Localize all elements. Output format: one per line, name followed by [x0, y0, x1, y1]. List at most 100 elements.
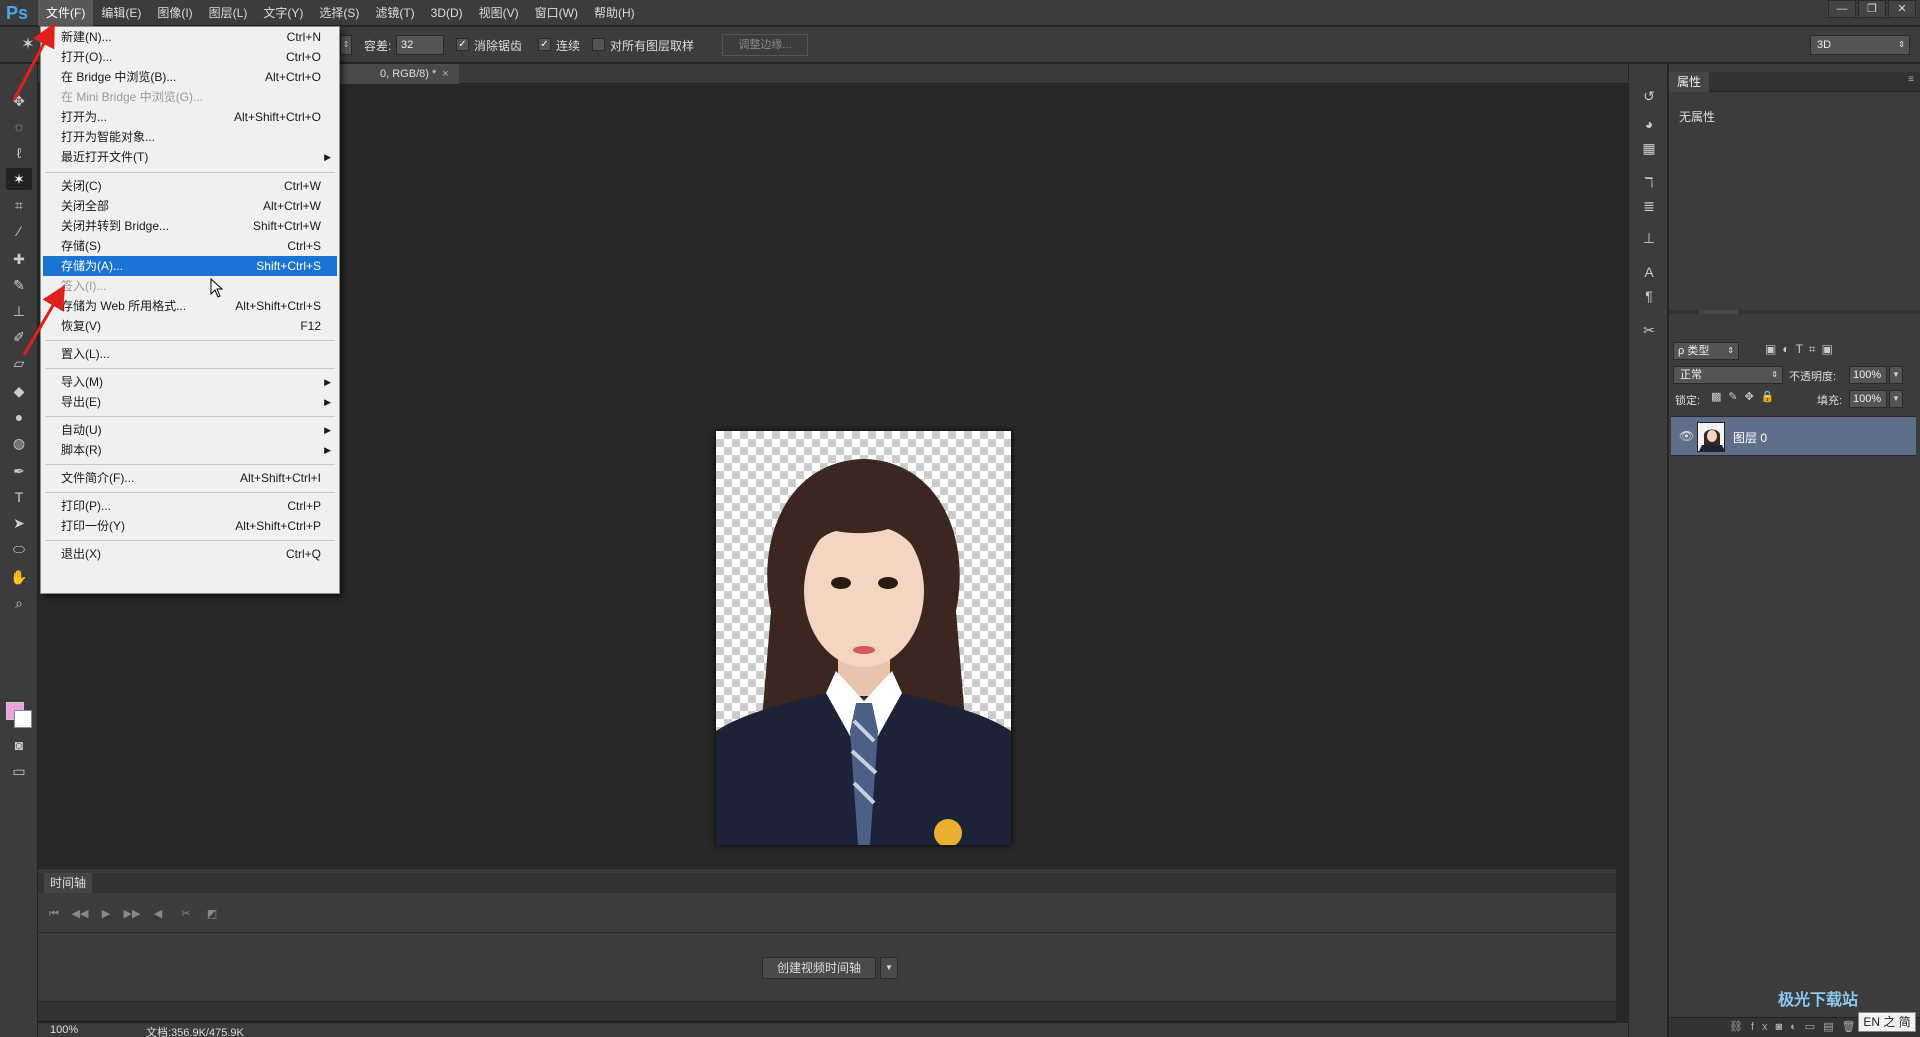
menu-item-new[interactable]: 新建(N)... Ctrl+N	[43, 27, 337, 47]
pen-tool-icon[interactable]: ✒	[6, 460, 32, 482]
path-selection-tool-icon[interactable]: ➤	[6, 512, 32, 534]
menu-file[interactable]: 文件(F)	[38, 0, 94, 26]
lock-icons[interactable]: ▩✎✥🔒	[1711, 390, 1782, 403]
type-tool-icon[interactable]: T	[6, 486, 32, 508]
antialias-checkbox[interactable]: ✓	[456, 38, 469, 51]
layer-row[interactable]: 👁 图层 0	[1671, 416, 1916, 456]
menu-3d[interactable]: 3D(D)	[423, 0, 471, 26]
menu-item-close-all[interactable]: 关闭全部 Alt+Ctrl+W	[43, 196, 337, 216]
blend-mode-dropdown[interactable]: 正常 ⇕	[1673, 366, 1783, 384]
tolerance-input[interactable]: 32	[396, 35, 444, 55]
next-frame-icon[interactable]: ▶▶	[122, 905, 142, 923]
dodge-tool-icon[interactable]: ◍	[6, 432, 32, 454]
menu-item-save-for-web[interactable]: 存储为 Web 所用格式... Alt+Shift+Ctrl+S	[43, 296, 337, 316]
ime-language-badge[interactable]: EN 之 简	[1858, 1012, 1916, 1032]
menu-item-open-as[interactable]: 打开为... Alt+Shift+Ctrl+O	[43, 107, 337, 127]
menu-window[interactable]: 窗口(W)	[527, 0, 586, 26]
fill-input[interactable]: 100%	[1849, 390, 1887, 408]
close-window-button[interactable]: ✕	[1888, 0, 1916, 18]
eyedropper-tool-icon[interactable]: ⁄	[6, 220, 32, 242]
menu-item-exit[interactable]: 退出(X) Ctrl+Q	[43, 544, 337, 564]
restore-button[interactable]: ❐	[1858, 0, 1886, 18]
swatches-panel-icon[interactable]: ▦	[1636, 136, 1662, 160]
menu-item-scripts[interactable]: 脚本(R) ▶	[43, 440, 337, 460]
lasso-tool-icon[interactable]: ℓ	[6, 142, 32, 164]
marquee-tool-icon[interactable]: ◌	[6, 116, 32, 138]
hand-tool-icon[interactable]: ✋	[6, 566, 32, 588]
prev-frame-icon[interactable]: ◀◀	[70, 905, 90, 923]
panel-menu-icon[interactable]: ≡	[1908, 74, 1914, 85]
layer-filter-dropdown[interactable]: ρ 类型 ⇕	[1673, 342, 1739, 360]
blur-tool-icon[interactable]: ●	[6, 406, 32, 428]
menu-item-print[interactable]: 打印(P)... Ctrl+P	[43, 496, 337, 516]
eye-icon[interactable]: 👁	[1679, 429, 1694, 443]
menu-item-open-smart-object[interactable]: 打开为智能对象...	[43, 127, 337, 147]
menu-edit[interactable]: 编辑(E)	[93, 0, 149, 26]
brush-tool-icon[interactable]: ✎	[6, 274, 32, 296]
menu-item-save-as[interactable]: 存储为(A)... Shift+Ctrl+S	[43, 256, 337, 276]
magic-wand-tool-icon[interactable]: ✶	[6, 168, 32, 190]
paragraph-panel-icon[interactable]: ¶	[1636, 284, 1662, 308]
zoom-level[interactable]: 100%	[50, 1024, 78, 1036]
workspace-dropdown[interactable]: 3D ⇕	[1810, 35, 1910, 55]
menu-view[interactable]: 视图(V)	[471, 0, 527, 26]
paint-bucket-tool-icon[interactable]: ◆	[6, 380, 32, 402]
actions-panel-icon[interactable]: ⊥	[1636, 226, 1662, 250]
menu-item-close-go-bridge[interactable]: 关闭并转到 Bridge... Shift+Ctrl+W	[43, 216, 337, 236]
timeline-tab[interactable]: 时间轴	[44, 873, 93, 893]
crop-tool-icon[interactable]: ⌗	[6, 194, 32, 216]
create-video-timeline-button[interactable]: 创建视频时间轴	[762, 957, 876, 979]
clone-stamp-tool-icon[interactable]: ⊥	[6, 300, 32, 322]
quick-mask-icon[interactable]: ◙	[6, 734, 32, 756]
refine-edge-button[interactable]: 调整边缘...	[722, 34, 808, 56]
first-frame-icon[interactable]: ⏮	[44, 905, 64, 923]
menu-layer[interactable]: 图层(L)	[201, 0, 256, 26]
menu-item-recent-files[interactable]: 最近打开文件(T) ▶	[43, 147, 337, 167]
menu-item-save[interactable]: 存储(S) Ctrl+S	[43, 236, 337, 256]
scissors-icon[interactable]: ✂	[176, 905, 196, 923]
contiguous-checkbox[interactable]: ✓	[538, 38, 551, 51]
menu-filter[interactable]: 滤镜(T)	[367, 0, 422, 26]
move-tool-icon[interactable]: ✥	[6, 90, 32, 112]
menu-type[interactable]: 文字(Y)	[255, 0, 311, 26]
menu-select[interactable]: 选择(S)	[311, 0, 367, 26]
layer-name[interactable]: 图层 0	[1733, 429, 1767, 446]
menu-item-browse-bridge[interactable]: 在 Bridge 中浏览(B)... Alt+Ctrl+O	[43, 67, 337, 87]
opacity-input[interactable]: 100%	[1849, 366, 1887, 384]
portrait-photo[interactable]	[716, 431, 1011, 845]
history-brush-tool-icon[interactable]: ✐	[6, 326, 32, 348]
transition-icon[interactable]: ◩	[202, 905, 222, 923]
menu-item-close[interactable]: 关闭(C) Ctrl+W	[43, 176, 337, 196]
healing-brush-tool-icon[interactable]: ✚	[6, 248, 32, 270]
tab-properties[interactable]: 属性	[1669, 72, 1710, 92]
zoom-tool-icon[interactable]: ⌕	[6, 592, 32, 614]
color-panel-icon[interactable]: ◕	[1636, 112, 1662, 136]
timeline-type-dropdown[interactable]: ▼	[880, 957, 898, 979]
minimize-button[interactable]: —	[1828, 0, 1856, 18]
play-icon[interactable]: ▶	[96, 905, 116, 923]
menu-item-place[interactable]: 置入(L)...	[43, 344, 337, 364]
eraser-tool-icon[interactable]: ▱	[6, 352, 32, 374]
audio-icon[interactable]: ◀	[148, 905, 168, 923]
menu-item-revert[interactable]: 恢复(V) F12	[43, 316, 337, 336]
menu-item-file-info[interactable]: 文件简介(F)... Alt+Shift+Ctrl+I	[43, 468, 337, 488]
menu-item-print-one[interactable]: 打印一份(Y) Alt+Shift+Ctrl+P	[43, 516, 337, 536]
background-color-swatch[interactable]	[14, 710, 32, 728]
character-panel-icon[interactable]: A	[1636, 260, 1662, 284]
styles-panel-icon[interactable]: ≣	[1636, 194, 1662, 218]
menu-item-export[interactable]: 导出(E) ▶	[43, 392, 337, 412]
menu-item-import[interactable]: 导入(M) ▶	[43, 372, 337, 392]
close-tab-icon[interactable]: ×	[442, 68, 448, 80]
history-panel-icon[interactable]: ↺	[1636, 84, 1662, 108]
tool-presets-panel-icon[interactable]: ✂	[1636, 318, 1662, 342]
opacity-dropdown[interactable]: ▼	[1889, 366, 1903, 384]
menu-item-automate[interactable]: 自动(U) ▶	[43, 420, 337, 440]
menu-item-open[interactable]: 打开(O)... Ctrl+O	[43, 47, 337, 67]
sample-all-layers-checkbox[interactable]	[592, 38, 605, 51]
selection-mode-dropdown[interactable]: ⇕	[340, 35, 352, 55]
document-tab[interactable]: 0, RGB/8) * ×	[338, 64, 459, 84]
layer-filter-icons[interactable]: ▣◐T⌗▣	[1765, 342, 1839, 357]
menu-help[interactable]: 帮助(H)	[586, 0, 643, 26]
screen-mode-icon[interactable]: ▭	[6, 760, 32, 782]
magic-wand-preset-icon[interactable]: ✶	[14, 33, 42, 57]
